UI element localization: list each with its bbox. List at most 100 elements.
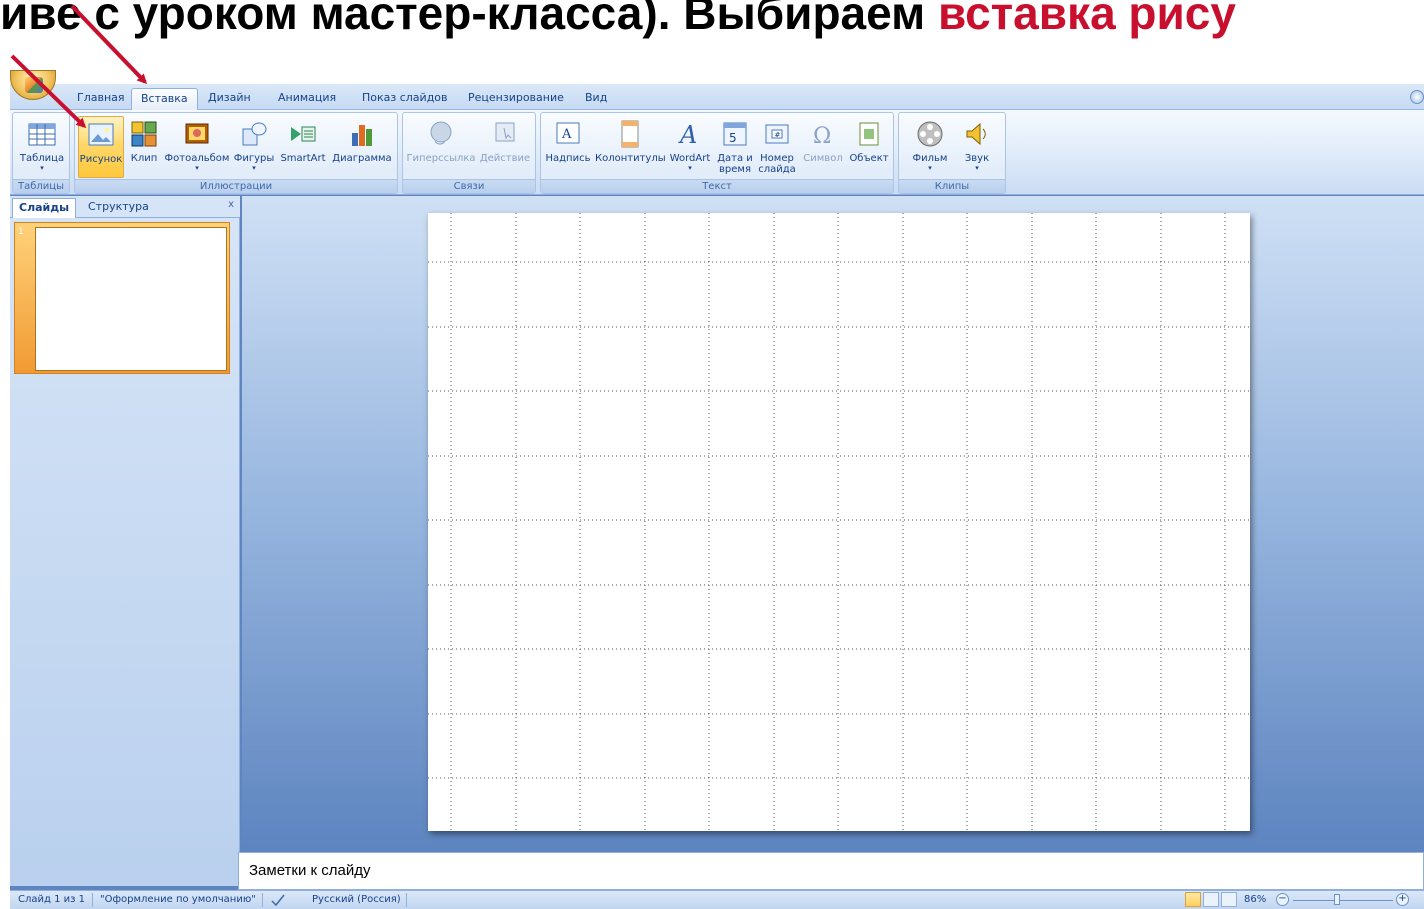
chevron-down-icon: ▾ [928, 164, 932, 172]
svg-text:A: A [561, 127, 572, 142]
svg-text:A: A [678, 121, 697, 149]
headline-text: иве с уроком мастер-класса). Выбираем [0, 0, 938, 39]
slide-canvas[interactable] [428, 213, 1250, 831]
status-divider [262, 893, 263, 907]
close-icon[interactable]: x [228, 199, 234, 210]
chevron-down-icon: ▾ [252, 164, 256, 172]
slide-thumbnail-number: 1 [18, 227, 24, 237]
slide-sorter-view-icon[interactable] [1203, 892, 1219, 907]
headline-accent: вставка рису [937, 0, 1236, 39]
photoalbum-icon [185, 123, 209, 144]
tab-review[interactable]: Рецензирование [459, 88, 573, 110]
svg-text:#: # [775, 131, 781, 139]
zoom-level[interactable]: 86% [1244, 894, 1266, 905]
datetime-label-2: время [719, 164, 751, 175]
picture-button[interactable]: Рисунок [78, 116, 124, 178]
tab-slides[interactable]: Слайды [12, 198, 77, 218]
table-icon [28, 123, 56, 146]
group-text-label: Текст [541, 179, 893, 193]
zoom-in-button[interactable]: + [1396, 893, 1409, 906]
wordart-icon: A [678, 121, 697, 149]
chevron-down-icon: ▾ [975, 164, 979, 172]
office-logo-icon [25, 77, 43, 93]
notes-pane[interactable]: Заметки к слайду [238, 852, 1424, 890]
help-icon[interactable] [1410, 90, 1424, 104]
clipart-icon [131, 121, 157, 147]
slide-thumbnail-selected[interactable]: 1 [14, 222, 230, 374]
tab-insert[interactable]: Вставка [131, 88, 198, 111]
datetime-button[interactable]: 5 Дата и время [715, 116, 755, 178]
picture-label: Рисунок [79, 154, 123, 165]
photoalbum-button[interactable]: Фотоальбом ▾ [164, 116, 230, 178]
group-illustrations: Рисунок Клип Фотоальбом ▾ Фигуры ▾ Smart… [74, 112, 398, 194]
status-slide-counter: Слайд 1 из 1 [18, 894, 85, 905]
headerfooter-label: Колонтитулы [595, 153, 666, 164]
tab-outline[interactable]: Структура [82, 198, 155, 218]
chart-label: Диаграмма [332, 153, 392, 164]
sound-button[interactable]: Звук ▾ [957, 116, 997, 178]
smartart-label: SmartArt [280, 153, 326, 164]
group-illustrations-label: Иллюстрации [75, 179, 397, 193]
status-divider [406, 893, 407, 907]
movie-button[interactable]: Фильм ▾ [907, 116, 953, 178]
group-media: Фильм ▾ Звук ▾ Клипы мультимедиа [898, 112, 1006, 206]
object-label: Объект [849, 153, 889, 164]
tab-design[interactable]: Дизайн [199, 88, 260, 110]
table-button[interactable]: Таблица ▾ [17, 116, 67, 178]
object-icon [859, 122, 879, 146]
slidenumber-icon: # [765, 124, 789, 144]
group-media-label: Клипы мультимедиа [899, 179, 1005, 206]
slide-editing-pane [242, 196, 1424, 846]
tab-animation[interactable]: Анимация [269, 88, 345, 110]
shapes-label: Фигуры [233, 153, 275, 164]
smartart-button[interactable]: SmartArt [278, 116, 328, 178]
smartart-icon [291, 126, 316, 142]
hyperlink-button[interactable]: Гиперссылка [406, 116, 476, 178]
shapes-icon [242, 122, 267, 146]
svg-text:Ω: Ω [813, 124, 831, 149]
notes-placeholder: Заметки к слайду [249, 862, 371, 879]
omega-icon: Ω [813, 124, 831, 149]
group-tables: Таблица ▾ Таблицы [12, 112, 70, 194]
symbol-button[interactable]: Ω Символ [801, 116, 845, 178]
shapes-button[interactable]: Фигуры ▾ [232, 116, 276, 178]
action-button[interactable]: Действие [477, 116, 533, 178]
zoom-slider-track[interactable] [1293, 900, 1393, 901]
chevron-down-icon: ▾ [688, 164, 692, 172]
normal-view-icon[interactable] [1185, 892, 1201, 907]
textbox-label: Надпись [545, 153, 591, 164]
headline: иве с уроком мастер-класса). Выбираем вс… [0, 0, 1424, 44]
status-language[interactable]: Русский (Россия) [312, 894, 401, 905]
headerfooter-button[interactable]: Колонтитулы [595, 116, 666, 178]
chevron-down-icon: ▾ [195, 164, 199, 172]
action-icon [495, 122, 515, 142]
slide-grid [428, 213, 1250, 831]
hyperlink-label: Гиперссылка [406, 153, 476, 164]
tab-view[interactable]: Вид [576, 88, 616, 110]
ribbon-tabbar: Главная Вставка Дизайн Анимация Показ сл… [10, 84, 1424, 111]
picture-icon [88, 123, 114, 146]
wordart-button[interactable]: A WordArt ▾ [667, 116, 713, 178]
slideshow-view-icon[interactable] [1221, 892, 1237, 907]
group-links-label: Связи [403, 179, 535, 193]
spellcheck-icon[interactable] [270, 893, 286, 907]
tab-home[interactable]: Главная [68, 88, 134, 110]
tab-slideshow[interactable]: Показ слайдов [353, 88, 457, 110]
speaker-icon [966, 122, 986, 146]
status-theme: "Оформление по умолчанию" [100, 894, 256, 905]
slide-thumbnail[interactable] [35, 227, 227, 371]
chevron-down-icon: ▾ [40, 164, 44, 172]
object-button[interactable]: Объект [847, 116, 891, 178]
textbox-button[interactable]: A Надпись [544, 116, 592, 178]
chart-icon [352, 125, 372, 146]
calendar-icon: 5 [723, 122, 747, 146]
hyperlink-icon [430, 121, 452, 145]
zoom-out-button[interactable]: − [1276, 893, 1289, 906]
clip-button[interactable]: Клип [127, 116, 161, 178]
svg-text:5: 5 [729, 131, 737, 145]
chart-button[interactable]: Диаграмма [331, 116, 393, 178]
zoom-slider-thumb[interactable] [1334, 894, 1340, 905]
headerfooter-icon [621, 120, 639, 148]
slidenumber-button[interactable]: # Номер слайда [755, 116, 799, 178]
status-divider [92, 893, 93, 907]
